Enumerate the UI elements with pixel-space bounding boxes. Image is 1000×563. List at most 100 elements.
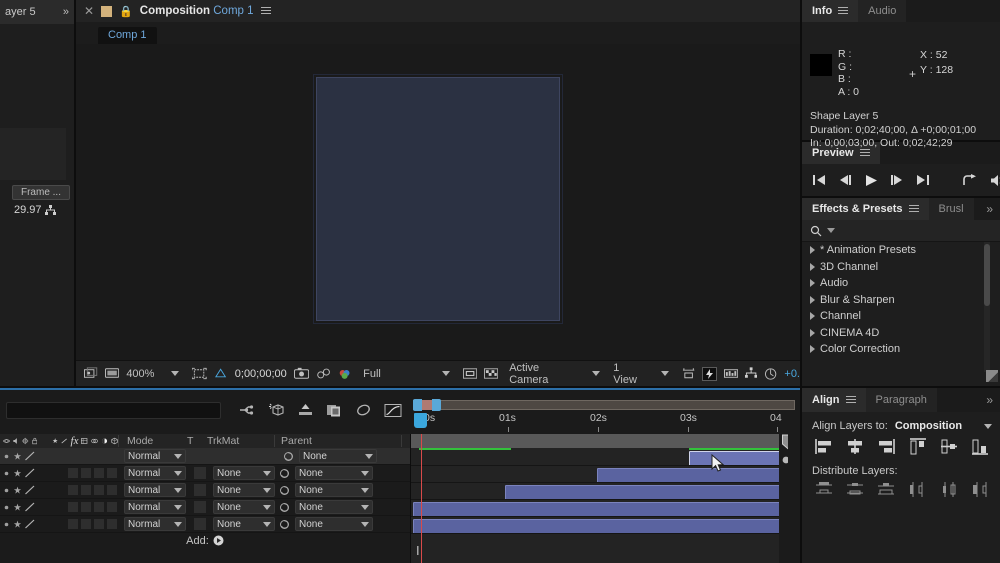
- video-toggle-icon[interactable]: [2, 486, 11, 495]
- tab-audio[interactable]: Audio: [858, 0, 907, 22]
- panel-menu-icon[interactable]: [260, 7, 271, 15]
- current-timecode[interactable]: 0;00;00;00: [235, 368, 287, 380]
- current-time-indicator-head[interactable]: [414, 413, 427, 428]
- close-icon[interactable]: ✕: [84, 4, 94, 18]
- shy-toggle-icon[interactable]: [13, 503, 22, 512]
- mode-dropdown[interactable]: Normal: [124, 449, 186, 463]
- composition-canvas[interactable]: [313, 74, 563, 324]
- channels-rgb-icon[interactable]: [338, 367, 352, 380]
- hide-shy-layers-icon[interactable]: [297, 403, 314, 418]
- preserve-transparency-cell[interactable]: [194, 450, 206, 462]
- switch-cell[interactable]: [68, 485, 78, 495]
- parent-dropdown[interactable]: None: [295, 517, 373, 531]
- effects-category-item[interactable]: Audio: [802, 275, 1000, 292]
- parent-dropdown[interactable]: None: [295, 500, 373, 514]
- mode-dropdown[interactable]: Normal: [124, 466, 186, 480]
- distribute-left-icon[interactable]: [908, 481, 928, 498]
- mute-audio-button[interactable]: [990, 174, 1000, 189]
- distribute-bottom-icon[interactable]: [876, 481, 896, 498]
- audio-icon[interactable]: [13, 436, 19, 446]
- preserve-transparency-cell[interactable]: [194, 484, 206, 496]
- tab-align[interactable]: Align: [802, 388, 866, 412]
- next-frame-button[interactable]: [890, 174, 904, 188]
- fast-preview-icon[interactable]: [702, 366, 717, 381]
- time-ruler[interactable]: 0s 01s 02s 03s 04: [410, 396, 800, 434]
- zoom-level[interactable]: 400%: [126, 368, 154, 380]
- chevron-down-icon[interactable]: [171, 371, 180, 376]
- chevron-right-icon[interactable]: [810, 345, 815, 354]
- distribute-horizontal-center-icon[interactable]: [939, 481, 959, 498]
- trkmat-dropdown[interactable]: None: [213, 466, 275, 480]
- table-row[interactable]: Normal None None: [0, 516, 410, 533]
- timeline-icon[interactable]: [723, 367, 738, 380]
- parent-dropdown[interactable]: None: [295, 483, 373, 497]
- draft-3d-icon[interactable]: [268, 403, 285, 418]
- main-view-icon[interactable]: [84, 367, 98, 380]
- switch-cell[interactable]: [81, 519, 91, 529]
- solo-icon[interactable]: [22, 436, 29, 446]
- switch-cell[interactable]: [107, 451, 117, 461]
- camera-view-value[interactable]: Active Camera: [509, 362, 577, 386]
- chevron-right-icon[interactable]: [810, 295, 815, 304]
- panel-menu-icon[interactable]: [908, 205, 919, 213]
- trkmat-dropdown[interactable]: None: [213, 500, 275, 514]
- timeline-search-input[interactable]: [6, 401, 221, 419]
- effects-category-item[interactable]: 3D Channel: [802, 259, 1000, 276]
- mode-dropdown[interactable]: Normal: [124, 517, 186, 531]
- parent-pickwhip-icon[interactable]: [279, 502, 290, 513]
- shy-toggle-icon[interactable]: [13, 469, 22, 478]
- composition-viewer[interactable]: [76, 44, 800, 360]
- align-bottom-icon[interactable]: [970, 438, 990, 455]
- panel-menu-icon[interactable]: [838, 7, 849, 15]
- frame-rate-button[interactable]: Frame ...: [12, 185, 70, 200]
- collapse-toggle-icon[interactable]: [24, 450, 36, 462]
- timeline-track-area[interactable]: I: [410, 434, 789, 563]
- parent-pickwhip-icon[interactable]: [279, 519, 290, 530]
- chevron-right-icon[interactable]: [810, 312, 815, 321]
- timeline-vertical-scrollbar[interactable]: [788, 434, 798, 563]
- table-row[interactable]: Normal None None: [0, 465, 410, 482]
- layer-bar[interactable]: [413, 519, 787, 534]
- switch-cell[interactable]: [81, 451, 91, 461]
- show-snapshot-icon[interactable]: [316, 367, 331, 380]
- effects-category-item[interactable]: CINEMA 4D: [802, 325, 1000, 342]
- panel-menu-icon[interactable]: [845, 396, 856, 404]
- last-frame-button[interactable]: [916, 174, 930, 188]
- effects-category-item[interactable]: * Animation Presets: [802, 242, 1000, 259]
- region-of-interest-icon[interactable]: [192, 367, 207, 380]
- first-frame-button[interactable]: [812, 174, 826, 188]
- flowchart-icon[interactable]: [744, 367, 758, 380]
- chevron-down-icon[interactable]: [984, 423, 992, 429]
- switch-cell[interactable]: [81, 468, 91, 478]
- effects-search-row[interactable]: [802, 220, 1000, 242]
- parent-pickwhip-icon[interactable]: [279, 485, 290, 496]
- video-toggle-icon[interactable]: [2, 520, 11, 529]
- align-right-icon[interactable]: [876, 438, 896, 455]
- preserve-transparency-cell[interactable]: [194, 467, 206, 479]
- tab-paragraph[interactable]: Paragraph: [865, 388, 937, 412]
- switch-cell[interactable]: [107, 519, 117, 529]
- effects-search-input[interactable]: [840, 224, 992, 237]
- work-area-end-handle[interactable]: [432, 399, 441, 411]
- table-row[interactable]: Normal None None: [0, 499, 410, 516]
- switch-cell[interactable]: [94, 451, 104, 461]
- transparency-checker-icon[interactable]: [484, 367, 499, 380]
- chevron-double-right-icon[interactable]: »: [979, 388, 1000, 412]
- layer-bar[interactable]: [505, 485, 787, 500]
- switch-cell[interactable]: [107, 502, 117, 512]
- graph-editor-icon[interactable]: [384, 403, 402, 418]
- switch-cell[interactable]: [94, 502, 104, 512]
- chevron-down-icon[interactable]: [441, 371, 450, 376]
- preserve-transparency-cell[interactable]: [194, 501, 206, 513]
- parent-pickwhip-icon[interactable]: [279, 468, 290, 479]
- motion-blur-icon[interactable]: [355, 403, 372, 418]
- table-row[interactable]: Normal None: [0, 448, 410, 465]
- align-layers-to-value[interactable]: Composition: [895, 420, 962, 432]
- effects-category-item[interactable]: Blur & Sharpen: [802, 292, 1000, 309]
- tab-comp-1[interactable]: Comp 1: [98, 27, 157, 44]
- align-vertical-center-icon[interactable]: [939, 438, 959, 455]
- parent-dropdown[interactable]: None: [295, 466, 373, 480]
- trkmat-dropdown[interactable]: None: [213, 517, 275, 531]
- monitor-icon[interactable]: [105, 367, 120, 380]
- align-horizontal-center-icon[interactable]: [845, 438, 865, 455]
